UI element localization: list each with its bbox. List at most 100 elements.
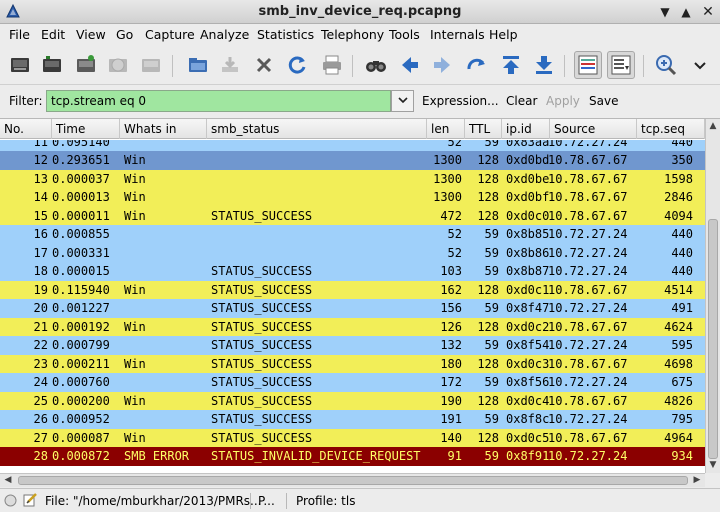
horizontal-scroll-thumb[interactable] (18, 476, 688, 485)
apply-button[interactable]: Apply (546, 94, 580, 108)
capture-comment-icon[interactable] (22, 492, 38, 511)
column-ip-id[interactable]: ip.id (502, 119, 550, 139)
column-whats-in[interactable]: Whats in (120, 119, 207, 139)
reload-icon[interactable] (283, 51, 311, 79)
cell-ip-id: 0xd0c1 (506, 282, 550, 297)
interfaces-icon[interactable] (6, 51, 34, 79)
cell-ip-id: 0xd0c3 (506, 356, 550, 371)
packet-row[interactable]: 21 0.000192 Win STATUS_SUCCESS 126 128 0xd0c2 1… (0, 317, 705, 336)
cell-smb-status: STATUS_SUCCESS (211, 412, 313, 426)
menu-view[interactable]: View (76, 27, 106, 42)
packet-row[interactable]: 22 0.000799 STATUS_SUCCESS 132 59 0x8f54 10.72… (0, 336, 705, 355)
colorize-icon[interactable] (574, 51, 602, 79)
scroll-down-icon[interactable]: ▼ (708, 460, 718, 470)
column-smb-status[interactable]: smb_status (207, 119, 427, 139)
menu-capture[interactable]: Capture (145, 27, 195, 42)
cell-len: 156 (440, 301, 462, 315)
cell-time: 0.000760 (52, 375, 110, 389)
start-capture-icon[interactable] (72, 51, 100, 79)
menu-file[interactable]: File (9, 27, 30, 42)
save-file-icon[interactable] (216, 51, 244, 79)
cell-ttl: 128 (477, 208, 499, 223)
filter-dropdown-button[interactable] (391, 90, 414, 112)
close-file-icon[interactable] (250, 51, 278, 79)
menu-internals[interactable]: Internals (430, 27, 485, 42)
expression-button[interactable]: Expression... (422, 94, 499, 108)
status-profile[interactable]: Profile: tls (296, 494, 355, 508)
packet-row[interactable]: 24 0.000760 STATUS_SUCCESS 172 59 0x8f56 10.72… (0, 373, 705, 392)
cell-smb-status: STATUS_SUCCESS (211, 282, 313, 297)
cell-ttl: 128 (477, 356, 499, 371)
menu-analyze[interactable]: Analyze (200, 27, 249, 42)
packet-row[interactable]: 15 0.000011 Win STATUS_SUCCESS 472 128 0xd0c0 1… (0, 206, 705, 225)
column-len[interactable]: len (427, 119, 465, 139)
go-last-icon[interactable] (530, 51, 558, 79)
menu-tools[interactable]: Tools (389, 27, 420, 42)
go-forward-icon[interactable] (428, 51, 456, 79)
go-to-packet-icon[interactable] (462, 51, 490, 79)
scroll-up-icon[interactable]: ▲ (708, 121, 718, 131)
cell-ip-id: 0x8f8c (506, 412, 550, 426)
cell-no: 18 (33, 264, 48, 278)
cell-time: 0.293651 (52, 153, 110, 167)
cell-tcp-seq: 440 (671, 227, 693, 241)
column-no[interactable]: No. (0, 119, 52, 139)
close-icon[interactable]: ✕ (699, 3, 717, 21)
menu-go[interactable]: Go (116, 27, 133, 42)
display-filter-input[interactable] (46, 90, 391, 112)
cell-no: 25 (33, 393, 48, 408)
cell-no: 27 (33, 430, 48, 445)
packet-row[interactable]: 25 0.000200 Win STATUS_SUCCESS 190 128 0xd0c4 1… (0, 391, 705, 410)
restart-capture-icon[interactable] (137, 51, 165, 79)
vertical-scrollbar[interactable]: ▲ ▼ (705, 119, 720, 473)
clear-button[interactable]: Clear (506, 94, 537, 108)
menu-edit[interactable]: Edit (41, 27, 65, 42)
cell-time: 0.000037 (52, 171, 110, 186)
go-first-icon[interactable] (497, 51, 525, 79)
column-time[interactable]: Time (52, 119, 120, 139)
more-icon[interactable] (686, 51, 714, 79)
menu-telephony[interactable]: Telephony (321, 27, 384, 42)
stop-capture-icon[interactable] (104, 51, 132, 79)
vertical-scroll-thumb[interactable] (708, 219, 718, 459)
go-back-icon[interactable] (396, 51, 424, 79)
cell-source: 10.78.67.67 (548, 282, 628, 297)
packet-row[interactable]: 20 0.001227 STATUS_SUCCESS 156 59 0x8f47 10.72… (0, 299, 705, 318)
packet-row[interactable]: 17 0.000331 52 59 0x8b86 10.72.27.24 440 (0, 243, 705, 262)
packet-row[interactable]: 27 0.000087 Win STATUS_SUCCESS 140 128 0xd0c5 1… (0, 428, 705, 447)
scroll-left-icon[interactable]: ◀ (3, 475, 13, 485)
packet-row[interactable]: 11 0.095140 52 59 0x83aa 10.72.27.24 440 (0, 140, 705, 151)
cell-smb-status: STATUS_SUCCESS (211, 375, 313, 389)
horizontal-scrollbar[interactable]: ◀ ▶ (0, 473, 705, 487)
find-packet-icon[interactable] (362, 51, 390, 79)
packet-row[interactable]: 13 0.000037 Win 1300 128 0xd0be 10.78.67.67 159… (0, 169, 705, 188)
packet-row[interactable]: 12 0.293651 Win 1300 128 0xd0bd 10.78.67.67 350 (0, 151, 705, 170)
cell-source: 10.78.67.67 (548, 171, 628, 186)
capture-options-icon[interactable] (38, 51, 66, 79)
column-tcp-seq[interactable]: tcp.seq (637, 119, 705, 139)
open-file-icon[interactable] (184, 51, 212, 79)
column-source[interactable]: Source (550, 119, 637, 139)
autoscroll-icon[interactable] (607, 51, 635, 79)
column-ttl[interactable]: TTL (465, 119, 502, 139)
cell-time: 0.000013 (52, 190, 110, 204)
packet-row[interactable]: 28 0.000872 SMB ERROR STATUS_INVALID_DEVICE… (0, 447, 705, 466)
cell-tcp-seq: 1598 (664, 171, 693, 186)
menu-help[interactable]: Help (489, 27, 518, 42)
expert-info-icon[interactable] (4, 494, 17, 510)
packet-row[interactable]: 14 0.000013 Win 1300 128 0xd0bf 10.78.67.67 284… (0, 188, 705, 207)
packet-row[interactable]: 19 0.115940 Win STATUS_SUCCESS 162 128 0xd0c1 1… (0, 280, 705, 299)
cell-tcp-seq: 4094 (664, 208, 693, 223)
packet-row[interactable]: 18 0.000015 STATUS_SUCCESS 103 59 0x8b87 10.72… (0, 262, 705, 281)
maximize-icon[interactable]: ▲ (677, 3, 695, 21)
cell-no: 26 (33, 412, 48, 426)
minimize-icon[interactable]: ▼ (656, 3, 674, 21)
packet-row[interactable]: 16 0.000855 52 59 0x8b85 10.72.27.24 440 (0, 225, 705, 244)
scroll-right-icon[interactable]: ▶ (692, 475, 702, 485)
print-icon[interactable] (318, 51, 346, 79)
menu-statistics[interactable]: Statistics (257, 27, 314, 42)
packet-row[interactable]: 26 0.000952 STATUS_SUCCESS 191 59 0x8f8c 10.72… (0, 410, 705, 429)
save-filter-button[interactable]: Save (589, 94, 618, 108)
zoom-in-icon[interactable] (652, 51, 680, 79)
packet-row[interactable]: 23 0.000211 Win STATUS_SUCCESS 180 128 0xd0c3 1… (0, 354, 705, 373)
